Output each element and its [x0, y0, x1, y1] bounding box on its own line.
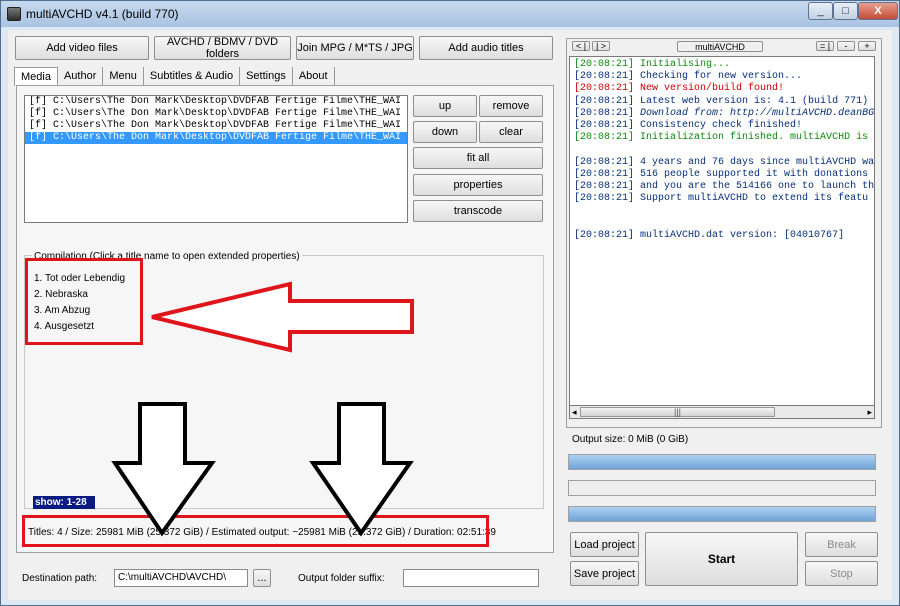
- log-view[interactable]: [20:08:21] Initialising... [20:08:21] Che…: [569, 56, 875, 406]
- progress-bar-1: [568, 454, 876, 470]
- log-button-1[interactable]: = |: [816, 41, 834, 51]
- log-message: multiAVCHD.dat version: [04010767]: [640, 229, 845, 241]
- log-message: Checking for new version...: [640, 71, 803, 83]
- log-line: [20:08:21] and you are the 514166 one to…: [570, 181, 874, 193]
- scroll-thumb[interactable]: |||: [580, 407, 775, 417]
- log-message: 4 years and 76 days since multiAVCHD wa: [640, 156, 875, 168]
- log-message: Support multiAVCHD to extend its featu: [640, 193, 869, 205]
- log-line: [20:08:21] New version/build found!: [570, 83, 874, 95]
- log-line: [20:08:21] Consistency check finished!: [570, 120, 874, 132]
- scroll-left-icon[interactable]: ◂: [572, 407, 577, 418]
- log-line: [20:08:21] Latest web version is: 4.1 (b…: [570, 96, 874, 108]
- browse-button[interactable]: ...: [253, 569, 271, 587]
- log-title: multiAVCHD: [677, 41, 763, 52]
- progress-fill: [569, 455, 875, 469]
- log-line: [20:08:21] multiAVCHD.dat version: [0401…: [570, 230, 874, 242]
- log-message: Consistency check finished!: [640, 119, 803, 131]
- log-message: and you are the 514166 one to launch th: [640, 180, 875, 192]
- log-time: [20:08:21]: [574, 132, 635, 144]
- log-time: [20:08:21]: [574, 180, 635, 192]
- log-line: [20:08:21] Initialization finished. mult…: [570, 132, 874, 144]
- log-message: Latest web version is: 4.1 (build 771): [640, 95, 869, 107]
- log-time: [20:08:21]: [574, 71, 635, 83]
- log-time: [20:08:21]: [574, 193, 635, 205]
- output-size-label: Output size: 0 MiB (0 GiB): [572, 434, 689, 445]
- load-project-button[interactable]: Load project: [570, 532, 639, 557]
- down-arrow-annotation: [309, 402, 414, 537]
- output-suffix-field[interactable]: [403, 569, 539, 587]
- log-message: New version/build found!: [640, 83, 785, 95]
- break-button[interactable]: Break: [805, 532, 878, 557]
- log-message: Download from: http://multiAVCHD.deanBG: [640, 107, 875, 119]
- log-time: [20:08:21]: [574, 229, 635, 241]
- progress-fill: [569, 507, 875, 521]
- stop-button[interactable]: Stop: [805, 561, 878, 586]
- log-message: 516 people supported it with donations: [640, 168, 869, 180]
- log-line: [20:08:21] Initialising...: [570, 59, 874, 71]
- scroll-right-icon[interactable]: ▸: [867, 407, 872, 418]
- log-line: [20:08:21] Checking for new version...: [570, 71, 874, 83]
- log-line: [20:08:21] 516 people supported it with …: [570, 169, 874, 181]
- down-arrow-annotation: [111, 402, 216, 537]
- log-time: [20:08:21]: [574, 95, 635, 107]
- log-time: [20:08:21]: [574, 83, 635, 95]
- log-time: [20:08:21]: [574, 156, 635, 168]
- log-line: [20:08:21] Support multiAVCHD to extend …: [570, 193, 874, 205]
- log-prev-button[interactable]: < |: [572, 41, 590, 51]
- left-arrow-annotation: [151, 281, 414, 353]
- progress-bar-2: [568, 480, 876, 496]
- output-suffix-label: Output folder suffix:: [298, 573, 385, 584]
- save-project-button[interactable]: Save project: [570, 561, 639, 586]
- log-message: Initialization finished. multiAVCHD is: [640, 132, 869, 144]
- log-time: [20:08:21]: [574, 59, 635, 70]
- log-next-button[interactable]: | >: [592, 41, 610, 51]
- destination-path-label: Destination path:: [22, 573, 98, 584]
- destination-path-field[interactable]: C:\multiAVCHD\AVCHD\: [114, 569, 248, 587]
- log-message: Initialising...: [640, 59, 731, 70]
- log-line: [20:08:21] Download from: http://multiAV…: [570, 108, 874, 120]
- log-time: [20:08:21]: [574, 168, 635, 180]
- start-button[interactable]: Start: [645, 532, 798, 586]
- log-button-3[interactable]: +: [858, 41, 876, 51]
- log-line: [20:08:21] 4 years and 76 days since mul…: [570, 157, 874, 169]
- log-time: [20:08:21]: [574, 107, 635, 119]
- log-time: [20:08:21]: [574, 119, 635, 131]
- progress-bar-3: [568, 506, 876, 522]
- log-button-2[interactable]: -: [837, 41, 855, 51]
- log-horizontal-scrollbar[interactable]: ◂ ||| ▸: [569, 405, 875, 419]
